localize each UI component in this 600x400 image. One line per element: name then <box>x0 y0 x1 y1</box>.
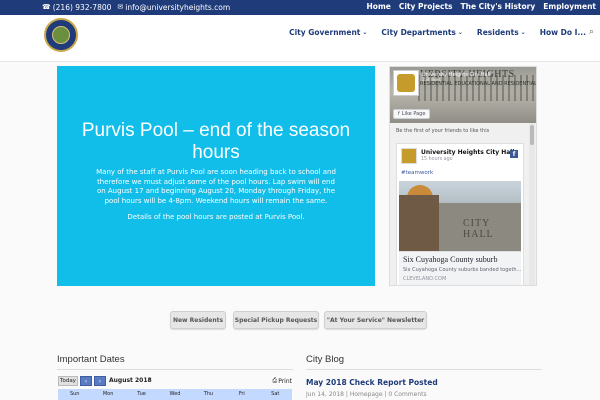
toplink-city-history[interactable]: The City's History <box>461 2 536 11</box>
toplink-city-projects[interactable]: City Projects <box>399 2 453 11</box>
facebook-like-page-button[interactable]: f Like Page <box>393 109 431 119</box>
chevron-down-icon: ⌄ <box>520 29 526 36</box>
calendar-print-button[interactable]: ⎙ Print <box>272 377 292 385</box>
seal-center <box>52 26 70 44</box>
divider <box>306 369 542 370</box>
post-avatar[interactable] <box>401 148 417 164</box>
city-blog-title: City Blog <box>306 354 345 365</box>
hero-body: Many of the staff at Purvis Pool are soo… <box>96 168 336 205</box>
phone-icon: ☎ <box>42 3 51 11</box>
important-dates-title: Important Dates <box>57 354 125 365</box>
nav-city-departments[interactable]: City Departments ⌄ <box>381 28 463 37</box>
facebook-friends-text: Be the first of your friends to like thi… <box>396 128 490 134</box>
facebook-profile-picture[interactable] <box>393 70 419 96</box>
chevron-right-icon: › <box>98 377 102 385</box>
link-domain: CLEVELAND.COM <box>403 276 447 282</box>
facebook-f-icon: f <box>398 111 400 117</box>
nav-label: City Government <box>289 28 361 37</box>
calendar-widget: Today ‹ › August 2018 ▾ ⎙ Print Sun Mon … <box>58 375 292 400</box>
chevron-down-icon: ⌄ <box>362 29 368 36</box>
toplink-home[interactable]: Home <box>367 2 391 11</box>
hero-title: Purvis Pool – end of the season hours <box>81 120 351 163</box>
nav-label: How Do I... <box>539 28 586 37</box>
link-title: Six Cuyahoga County suburb <box>403 255 498 264</box>
phone-number: (216) 932-7800 <box>52 3 112 12</box>
post-hashtag[interactable]: #teamwork <box>401 170 433 176</box>
weekday-sun: Sun <box>69 391 80 397</box>
email-link[interactable]: ✉ info@universityheights.com <box>117 3 230 12</box>
post-author[interactable]: University Heights City Hall <box>421 149 514 156</box>
post-photo[interactable]: CITY HALL <box>399 181 521 251</box>
blog-post-title[interactable]: May 2018 Check Report Posted <box>306 378 438 387</box>
newsletter-button[interactable]: "At Your Service" Newsletter <box>324 311 427 329</box>
main-nav: City Government ⌄ City Departments ⌄ Res… <box>289 28 586 37</box>
post-time[interactable]: 15 hours ago <box>421 157 453 162</box>
hero-slide[interactable]: Purvis Pool – end of the season hours Ma… <box>57 66 375 286</box>
city-hall-sign: CITY HALL <box>463 218 494 240</box>
facebook-post: University Heights City Hall 15 hours ag… <box>396 143 524 285</box>
top-bar: ☎ (216) 932-7800 ✉ info@universityheight… <box>0 0 600 15</box>
widget-scrollbar[interactable] <box>529 123 535 285</box>
chevron-down-icon[interactable]: ▾ <box>148 377 151 383</box>
nav-label: Residents <box>476 28 519 37</box>
weekday-tue: Tue <box>137 391 146 397</box>
like-button-label: Like Page <box>401 111 426 117</box>
weekday-sat: Sat <box>271 391 280 397</box>
phone-link[interactable]: ☎ (216) 932-7800 <box>42 3 111 12</box>
weekday-thu: Thu <box>203 391 214 397</box>
nav-how-do-i[interactable]: How Do I... <box>540 28 586 37</box>
new-residents-button[interactable]: New Residents <box>170 311 226 329</box>
building-image <box>399 195 439 251</box>
weekday-mon: Mon <box>102 391 114 397</box>
link-description: Six Cuyahoga County suburbs banded toget… <box>403 267 521 273</box>
site-header: City Government ⌄ City Departments ⌄ Res… <box>0 15 600 62</box>
contact-info: ☎ (216) 932-7800 ✉ info@universityheight… <box>42 3 230 12</box>
nav-residents[interactable]: Residents ⌄ <box>477 28 526 37</box>
city-seal-logo[interactable] <box>44 18 78 52</box>
calendar-month-label[interactable]: August 2018 <box>109 377 152 384</box>
calendar-today-button[interactable]: Today <box>58 376 78 386</box>
toplink-employment[interactable]: Employment <box>543 2 596 11</box>
chevron-left-icon: ‹ <box>84 377 88 385</box>
print-label: Print <box>278 377 292 385</box>
search-icon[interactable]: ⌕ <box>589 27 594 37</box>
seal-image <box>397 74 415 92</box>
chevron-down-icon: ⌄ <box>457 29 463 36</box>
divider <box>57 369 293 370</box>
facebook-page-widget: VERSITY HEIGHTS RESIDENTIAL EDUCATIONAL … <box>389 66 537 286</box>
special-pickup-button[interactable]: Special Pickup Requests <box>233 311 319 329</box>
hero-note: Details of the pool hours are posted at … <box>127 213 305 221</box>
calendar-weekday-header: Sun Mon Tue Wed Thu Fri Sat <box>58 389 292 400</box>
email-address: info@universityheights.com <box>125 3 231 12</box>
calendar-prev-button[interactable]: ‹ <box>80 376 92 386</box>
secondary-nav: Home City Projects The City's History Em… <box>367 2 596 11</box>
weekday-fri: Fri <box>238 391 245 397</box>
post-link-preview[interactable]: Six Cuyahoga County suburb Six Cuyahoga … <box>399 251 521 285</box>
weekday-wed: Wed <box>169 391 181 397</box>
envelope-icon: ✉ <box>117 3 124 11</box>
printer-icon: ⎙ <box>272 377 278 384</box>
blog-post-meta: Jun 14, 2018 | Homepage | 0 Comments <box>306 391 427 398</box>
facebook-likes-count: 2,8 likes <box>422 78 441 83</box>
scrollbar-thumb[interactable] <box>530 125 534 145</box>
nav-city-government[interactable]: City Government ⌄ <box>289 28 367 37</box>
calendar-next-button[interactable]: › <box>94 376 106 386</box>
nav-label: City Departments <box>381 28 456 37</box>
facebook-logo-icon[interactable]: f <box>510 150 518 158</box>
